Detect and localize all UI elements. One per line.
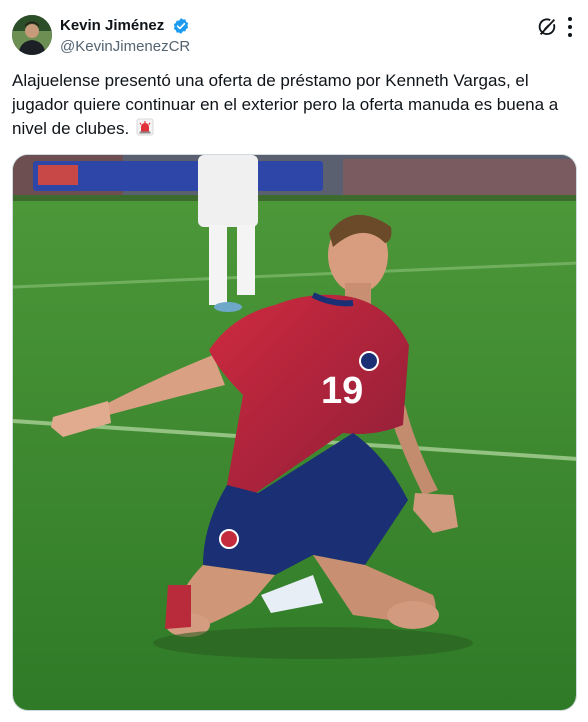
handle[interactable]: @KevinJimenezCR — [60, 37, 190, 57]
avatar[interactable] — [12, 15, 52, 55]
soccer-player-photo: 19 — [13, 155, 576, 710]
author-names: Kevin Jiménez @KevinJimenezCR — [60, 16, 190, 57]
grok-icon[interactable] — [536, 16, 558, 38]
tweet-header: Kevin Jiménez @KevinJimenezCR — [12, 14, 576, 58]
more-icon[interactable] — [558, 14, 582, 40]
jersey-number: 19 — [321, 370, 363, 412]
display-name[interactable]: Kevin Jiménez — [60, 16, 164, 36]
tweet-media-photo[interactable]: 19 — [12, 154, 577, 711]
police-light-emoji-icon — [136, 118, 154, 136]
tweet-text-body: Alajuelense presentó una oferta de prést… — [12, 71, 559, 138]
tweet-text: Alajuelense presentó una oferta de prést… — [12, 69, 578, 141]
verified-badge-icon — [172, 17, 190, 35]
avatar-image — [12, 15, 52, 55]
tweet: Kevin Jiménez @KevinJimenezCR Alajuelens… — [0, 0, 588, 722]
